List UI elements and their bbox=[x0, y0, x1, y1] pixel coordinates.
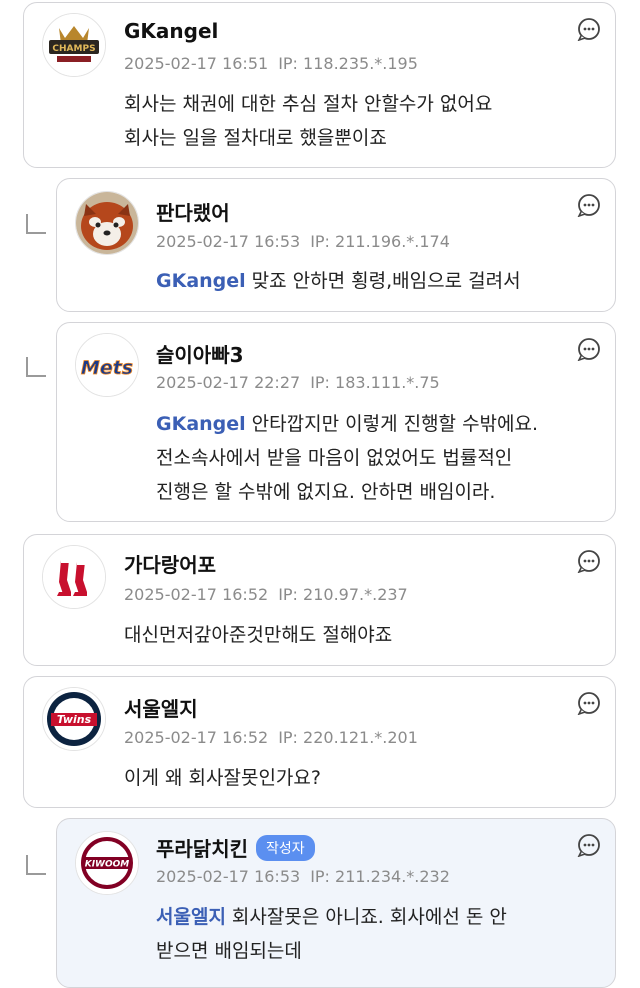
svg-text:Mets: Mets bbox=[81, 357, 133, 379]
comment-card: 판다랬어 2025-02-17 16:53 IP: 211.196.*.174 G… bbox=[56, 178, 616, 312]
comment-card: KIWOOM 푸라닭치킨 작성자 2025-02-17 16:53 IP: 211.… bbox=[56, 818, 616, 988]
comment-username[interactable]: 가다랑어포 bbox=[124, 549, 216, 578]
comment-card: CHAMPS GKangel 2025-02-17 16:51 IP: 118.2… bbox=[23, 2, 616, 168]
comment-line: 회사는 일을 절차대로 했을뿐이죠 bbox=[124, 127, 387, 149]
comment-body: GKangel 맞죠 안하면 횡령,배임으로 걸려서 bbox=[156, 264, 521, 298]
comment-meta: 2025-02-17 16:52 IP: 210.97.*.237 bbox=[124, 585, 408, 604]
comment-meta: 2025-02-17 16:52 IP: 220.121.*.201 bbox=[124, 728, 418, 747]
red-sox-logo-icon[interactable] bbox=[42, 545, 106, 609]
twins-logo-icon[interactable]: Twins bbox=[42, 687, 106, 751]
comment-username[interactable]: GKangel bbox=[124, 19, 218, 43]
mention-link[interactable]: GKangel bbox=[156, 270, 246, 292]
comment-card: Twins 서울엘지 2025-02-17 16:52 IP: 220.121.*… bbox=[23, 676, 616, 808]
comment-line: 진행은 할 수밖에 없지요. 안하면 배임이라. bbox=[156, 481, 496, 503]
comment-datetime: 2025-02-17 16:52 bbox=[124, 585, 269, 604]
champions-logo-icon[interactable]: CHAMPS bbox=[42, 13, 106, 77]
comment-meta: 2025-02-17 16:53 IP: 211.234.*.232 bbox=[156, 867, 450, 886]
mention-link[interactable]: GKangel bbox=[156, 413, 246, 435]
comment-card: Mets 슬이아빠3 2025-02-17 22:27 IP: 183.111.*… bbox=[56, 322, 616, 522]
speech-bubble-more-icon[interactable] bbox=[577, 833, 601, 857]
comment-ip: IP: 211.234.*.232 bbox=[310, 867, 450, 886]
comment-datetime: 2025-02-17 16:51 bbox=[124, 54, 269, 73]
speech-bubble-more-icon[interactable] bbox=[577, 549, 601, 573]
svg-text:CHAMPS: CHAMPS bbox=[52, 44, 95, 54]
comment-body: 서울엘지 회사잘못은 아니죠. 회사에선 돈 안 받으면 배임되는데 bbox=[156, 900, 507, 968]
comment-ip: IP: 118.235.*.195 bbox=[278, 54, 418, 73]
comment-meta: 2025-02-17 22:27 IP: 183.111.*.75 bbox=[156, 373, 440, 392]
author-badge: 작성자 bbox=[256, 835, 315, 861]
comment-line: 안타깝지만 이렇게 진행할 수밖에요. bbox=[251, 413, 539, 435]
comment-line: 받으면 배임되는데 bbox=[156, 940, 302, 962]
comment-datetime: 2025-02-17 16:53 bbox=[156, 867, 301, 886]
comment-card: 가다랑어포 2025-02-17 16:52 IP: 210.97.*.237 대… bbox=[23, 534, 616, 666]
comment-username[interactable]: 판다랬어 bbox=[156, 197, 230, 226]
comment-line: 회사는 채권에 대한 추심 절차 안할수가 없어요 bbox=[124, 93, 493, 115]
speech-bubble-more-icon[interactable] bbox=[577, 17, 601, 41]
comment-line: 이게 왜 회사잘못인가요? bbox=[124, 767, 321, 789]
red-panda-icon[interactable] bbox=[75, 191, 139, 255]
comment-username: 푸라닭치킨 작성자 bbox=[156, 833, 315, 862]
comment-datetime: 2025-02-17 16:52 bbox=[124, 728, 269, 747]
comment-username[interactable]: 슬이아빠3 bbox=[156, 339, 244, 368]
comment-ip: IP: 211.196.*.174 bbox=[310, 232, 450, 251]
comment-ip: IP: 183.111.*.75 bbox=[310, 373, 440, 392]
comment-ip: IP: 220.121.*.201 bbox=[278, 728, 418, 747]
speech-bubble-more-icon[interactable] bbox=[577, 337, 601, 361]
comment-body: 대신먼저갚아준것만해도 절해야죠 bbox=[124, 618, 392, 652]
comment-datetime: 2025-02-17 22:27 bbox=[156, 373, 301, 392]
svg-text:KIWOOM: KIWOOM bbox=[85, 860, 130, 870]
comment-line: 전소속사에서 받을 마음이 없었어도 법률적인 bbox=[156, 447, 513, 469]
mets-logo-icon[interactable]: Mets bbox=[75, 333, 139, 397]
comment-body: GKangel 안타깝지만 이렇게 진행할 수밖에요. 전소속사에서 받을 마음이… bbox=[156, 407, 538, 509]
comment-line: 대신먼저갚아준것만해도 절해야죠 bbox=[124, 624, 393, 646]
comment-meta: 2025-02-17 16:53 IP: 211.196.*.174 bbox=[156, 232, 450, 251]
comment-line: 회사잘못은 아니죠. 회사에선 돈 안 bbox=[231, 906, 507, 928]
reply-arrow-icon bbox=[26, 214, 46, 234]
speech-bubble-more-icon[interactable] bbox=[577, 193, 601, 217]
kiwoom-logo-icon[interactable]: KIWOOM bbox=[75, 831, 139, 895]
comment-username-text[interactable]: 푸라닭치킨 bbox=[156, 837, 248, 861]
speech-bubble-more-icon[interactable] bbox=[577, 691, 601, 715]
mention-link[interactable]: 서울엘지 bbox=[156, 906, 226, 928]
comment-line: 맞죠 안하면 횡령,배임으로 걸려서 bbox=[251, 270, 521, 292]
reply-arrow-icon bbox=[26, 357, 46, 377]
reply-arrow-icon bbox=[26, 855, 46, 875]
comment-ip: IP: 210.97.*.237 bbox=[278, 585, 408, 604]
svg-text:Twins: Twins bbox=[57, 713, 92, 726]
comment-body: 이게 왜 회사잘못인가요? bbox=[124, 761, 321, 795]
comment-username[interactable]: 서울엘지 bbox=[124, 693, 198, 722]
comment-meta: 2025-02-17 16:51 IP: 118.235.*.195 bbox=[124, 54, 418, 73]
comment-datetime: 2025-02-17 16:53 bbox=[156, 232, 301, 251]
comment-body: 회사는 채권에 대한 추심 절차 안할수가 없어요 회사는 일을 절차대로 했을… bbox=[124, 87, 492, 155]
